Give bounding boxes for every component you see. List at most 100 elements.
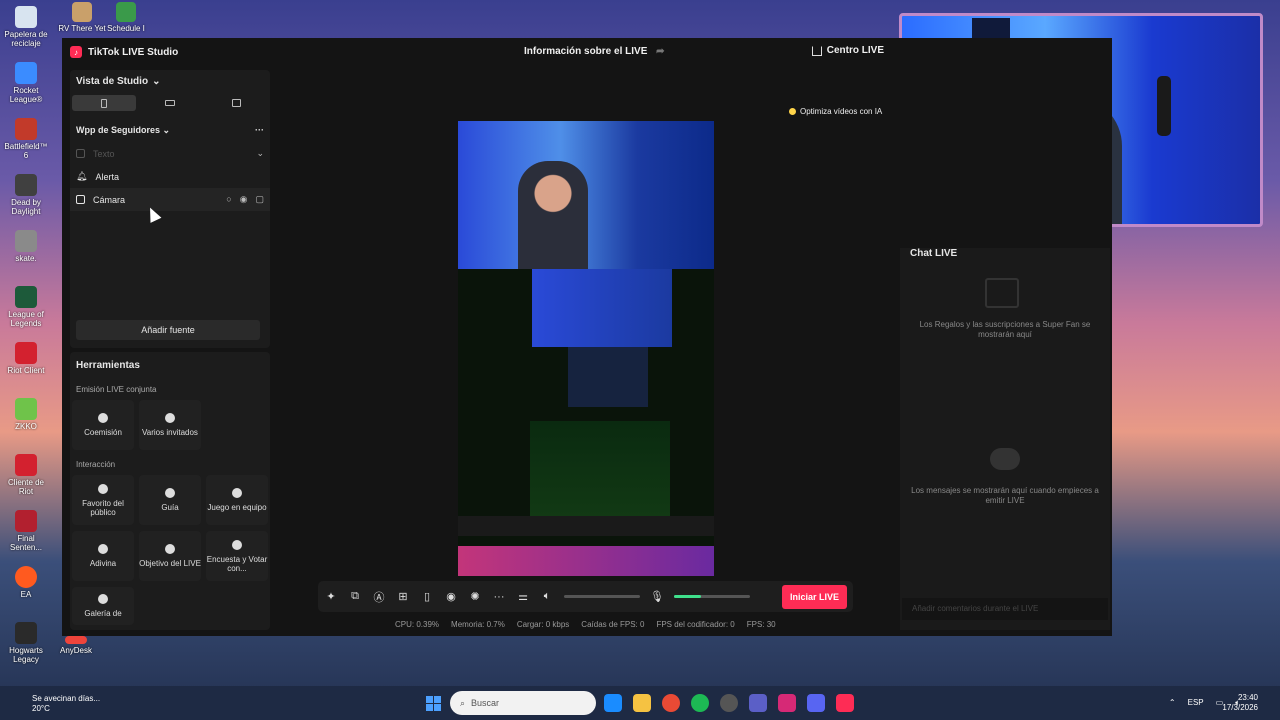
tool-objetivo-live[interactable]: Objetivo del LIVE xyxy=(139,531,201,581)
desktop-icon-ea[interactable]: EA xyxy=(2,566,50,599)
desktop-icon-league-of-legends[interactable]: League of Legends xyxy=(2,286,50,328)
desktop-icon-riot-client[interactable]: Riot Client xyxy=(2,342,50,375)
dual-screen-icon xyxy=(231,99,241,107)
target-icon xyxy=(165,544,175,554)
go-live-button[interactable]: Iniciar LIVE xyxy=(781,584,847,609)
desktop-icon-rocket-league[interactable]: Rocket League® xyxy=(2,62,50,104)
tiktok-live-studio-window: ♪ TikTok LIVE Studio Información sobre e… xyxy=(62,38,1112,636)
preview-recursive-ui xyxy=(530,421,670,521)
layout-icon[interactable]: ⊞ xyxy=(396,590,410,604)
discord-icon[interactable] xyxy=(807,694,825,712)
tool-coemision[interactable]: Coemisión xyxy=(72,400,134,450)
desktop-icon-recycle-bin[interactable]: Papelera de reciclaje xyxy=(2,6,50,48)
tool-favorito-publico[interactable]: Favorito del público xyxy=(72,475,134,525)
fps-drop-stat: Caídas de FPS: 0 xyxy=(581,620,645,629)
volume-slider[interactable] xyxy=(564,595,640,598)
instagram-icon[interactable] xyxy=(778,694,796,712)
tool-galeria[interactable]: Galería de xyxy=(72,587,134,625)
taskbar-search[interactable]: ⌕ Buscar xyxy=(450,691,596,715)
portrait-mode-button[interactable] xyxy=(72,95,136,111)
record-icon[interactable]: ◉ xyxy=(444,590,458,604)
audio-settings-icon[interactable]: ⚌ xyxy=(516,590,530,604)
tool-guia[interactable]: Guía xyxy=(139,475,201,525)
desktop-icon-cliente-de-riot[interactable]: Cliente de Riot xyxy=(2,454,50,496)
steam-icon[interactable] xyxy=(720,694,738,712)
desktop-icon-hogwarts-legacy[interactable]: Hogwarts Legacy xyxy=(2,622,50,664)
dual-mode-button[interactable] xyxy=(204,95,268,111)
effects-icon[interactable]: ✺ xyxy=(468,590,482,604)
lock-icon[interactable]: ▢ xyxy=(255,194,264,205)
battlefield-icon xyxy=(15,118,37,140)
more-options-icon[interactable]: ··· xyxy=(255,125,264,136)
centro-live-button[interactable]: Centro LIVE xyxy=(811,45,884,56)
share-arrow-icon[interactable]: ➦ xyxy=(656,46,664,57)
text-icon xyxy=(76,149,85,158)
tool-varios-invitados[interactable]: Varios invitados xyxy=(139,400,201,450)
source-item-camara[interactable]: Cámara ○ ◉ ▢ xyxy=(70,188,270,211)
windows-start-icon[interactable] xyxy=(426,696,441,711)
source-item-alerta[interactable]: 🔔︎ Alerta xyxy=(70,165,270,188)
users-icon xyxy=(98,483,108,494)
tiktok-live-studio-icon[interactable] xyxy=(836,694,854,712)
mic-level-fill xyxy=(674,595,701,598)
add-source-button[interactable]: Añadir fuente xyxy=(76,320,260,340)
scene-dropdown[interactable]: Wpp de Seguidores ⌄ xyxy=(76,125,170,136)
tool-encuesta[interactable]: Encuesta y Votar con... xyxy=(206,531,268,581)
riot-client-icon xyxy=(15,342,37,364)
source-item-texto[interactable]: Texto ⌄ xyxy=(70,142,270,165)
teams-icon[interactable] xyxy=(749,694,767,712)
screen-capture-icon[interactable]: ⧉ xyxy=(348,590,362,604)
optimize-ai-button[interactable]: Optimiza vídeos con IA xyxy=(789,107,882,116)
camera-icon xyxy=(76,195,85,204)
final-sentence-icon xyxy=(15,510,37,532)
chrome-icon[interactable] xyxy=(662,694,680,712)
chat-input[interactable]: Añadir comentarios durante el LIVE xyxy=(902,598,1108,620)
visibility-eye-icon[interactable]: ◉ xyxy=(240,194,248,205)
language-indicator[interactable]: ESP xyxy=(1188,698,1204,708)
tool-adivina[interactable]: Adivina xyxy=(72,531,134,581)
preview-recursive-toolbar xyxy=(458,516,714,536)
live-info-header[interactable]: Información sobre el LIVE ➦ xyxy=(524,46,665,57)
desktop-icon-zkko[interactable]: ZKKO xyxy=(2,398,50,431)
cliente-de-riot-icon xyxy=(15,454,37,476)
clock[interactable]: 23:40 17/3/2026 xyxy=(1222,693,1258,713)
schedule-i-icon xyxy=(116,2,136,22)
scene-header: Wpp de Seguidores ⌄ ··· xyxy=(70,125,270,136)
speaker-icon[interactable]: 🔈︎ xyxy=(540,590,554,604)
more-options-icon[interactable]: ··· xyxy=(492,590,506,604)
load-stat: Cargar: 0 kbps xyxy=(516,620,570,629)
phone-icon[interactable]: ▯ xyxy=(420,590,434,604)
landscape-mode-button[interactable] xyxy=(138,95,202,111)
chevron-down-icon: ⌄ xyxy=(256,148,264,158)
desktop-icon-anydesk[interactable]: AnyDesk xyxy=(52,636,100,655)
landscape-icon xyxy=(165,100,175,106)
tools-card: Herramientas Emisión LIVE conjunta Coemi… xyxy=(70,352,270,630)
portrait-icon xyxy=(101,98,107,108)
magic-wand-icon[interactable]: ✦ xyxy=(324,590,338,604)
left-panel: Vista de Studio ⌄ Wpp de Seguidores ⌄ ··… xyxy=(70,70,270,630)
desktop-icon-final-sentence[interactable]: Final Senten... xyxy=(2,510,50,552)
mic-level-slider[interactable] xyxy=(674,595,750,598)
weather-widget[interactable]: Se avecinan días... 20°C xyxy=(32,694,100,714)
gallery-icon xyxy=(98,594,108,604)
rv-there-yet-icon xyxy=(72,2,92,22)
taskbar: Se avecinan días... 20°C ⌕ Buscar ⌃ ESP … xyxy=(0,686,1280,720)
guide-icon xyxy=(165,488,175,498)
desktop-icon-dead-by-daylight[interactable]: Dead by Daylight xyxy=(2,174,50,216)
desktop-icon-schedule-i[interactable]: Schedule I xyxy=(96,2,156,33)
edge-icon[interactable] xyxy=(604,694,622,712)
desktop-icon-skate[interactable]: skate. xyxy=(2,230,50,263)
microphone-icon[interactable]: 🎙︎ xyxy=(650,590,664,604)
section-label: Emisión LIVE conjunta xyxy=(76,385,157,394)
tool-juego-equipo[interactable]: Juego en equipo xyxy=(206,475,268,525)
desktop-icon-battlefield[interactable]: Battlefield™ 6 xyxy=(2,118,50,160)
spotify-icon[interactable] xyxy=(691,694,709,712)
ai-icon[interactable]: Ⓐ xyxy=(372,590,386,604)
gift-icon xyxy=(985,278,1019,308)
studio-view-dropdown[interactable]: Vista de Studio ⌄ xyxy=(70,70,270,93)
section-label: Interacción xyxy=(76,460,116,469)
settings-icon[interactable]: ○ xyxy=(226,194,231,205)
file-explorer-icon[interactable] xyxy=(633,694,651,712)
chevron-up-icon[interactable]: ⌃ xyxy=(1169,698,1176,708)
stream-preview xyxy=(458,121,714,576)
